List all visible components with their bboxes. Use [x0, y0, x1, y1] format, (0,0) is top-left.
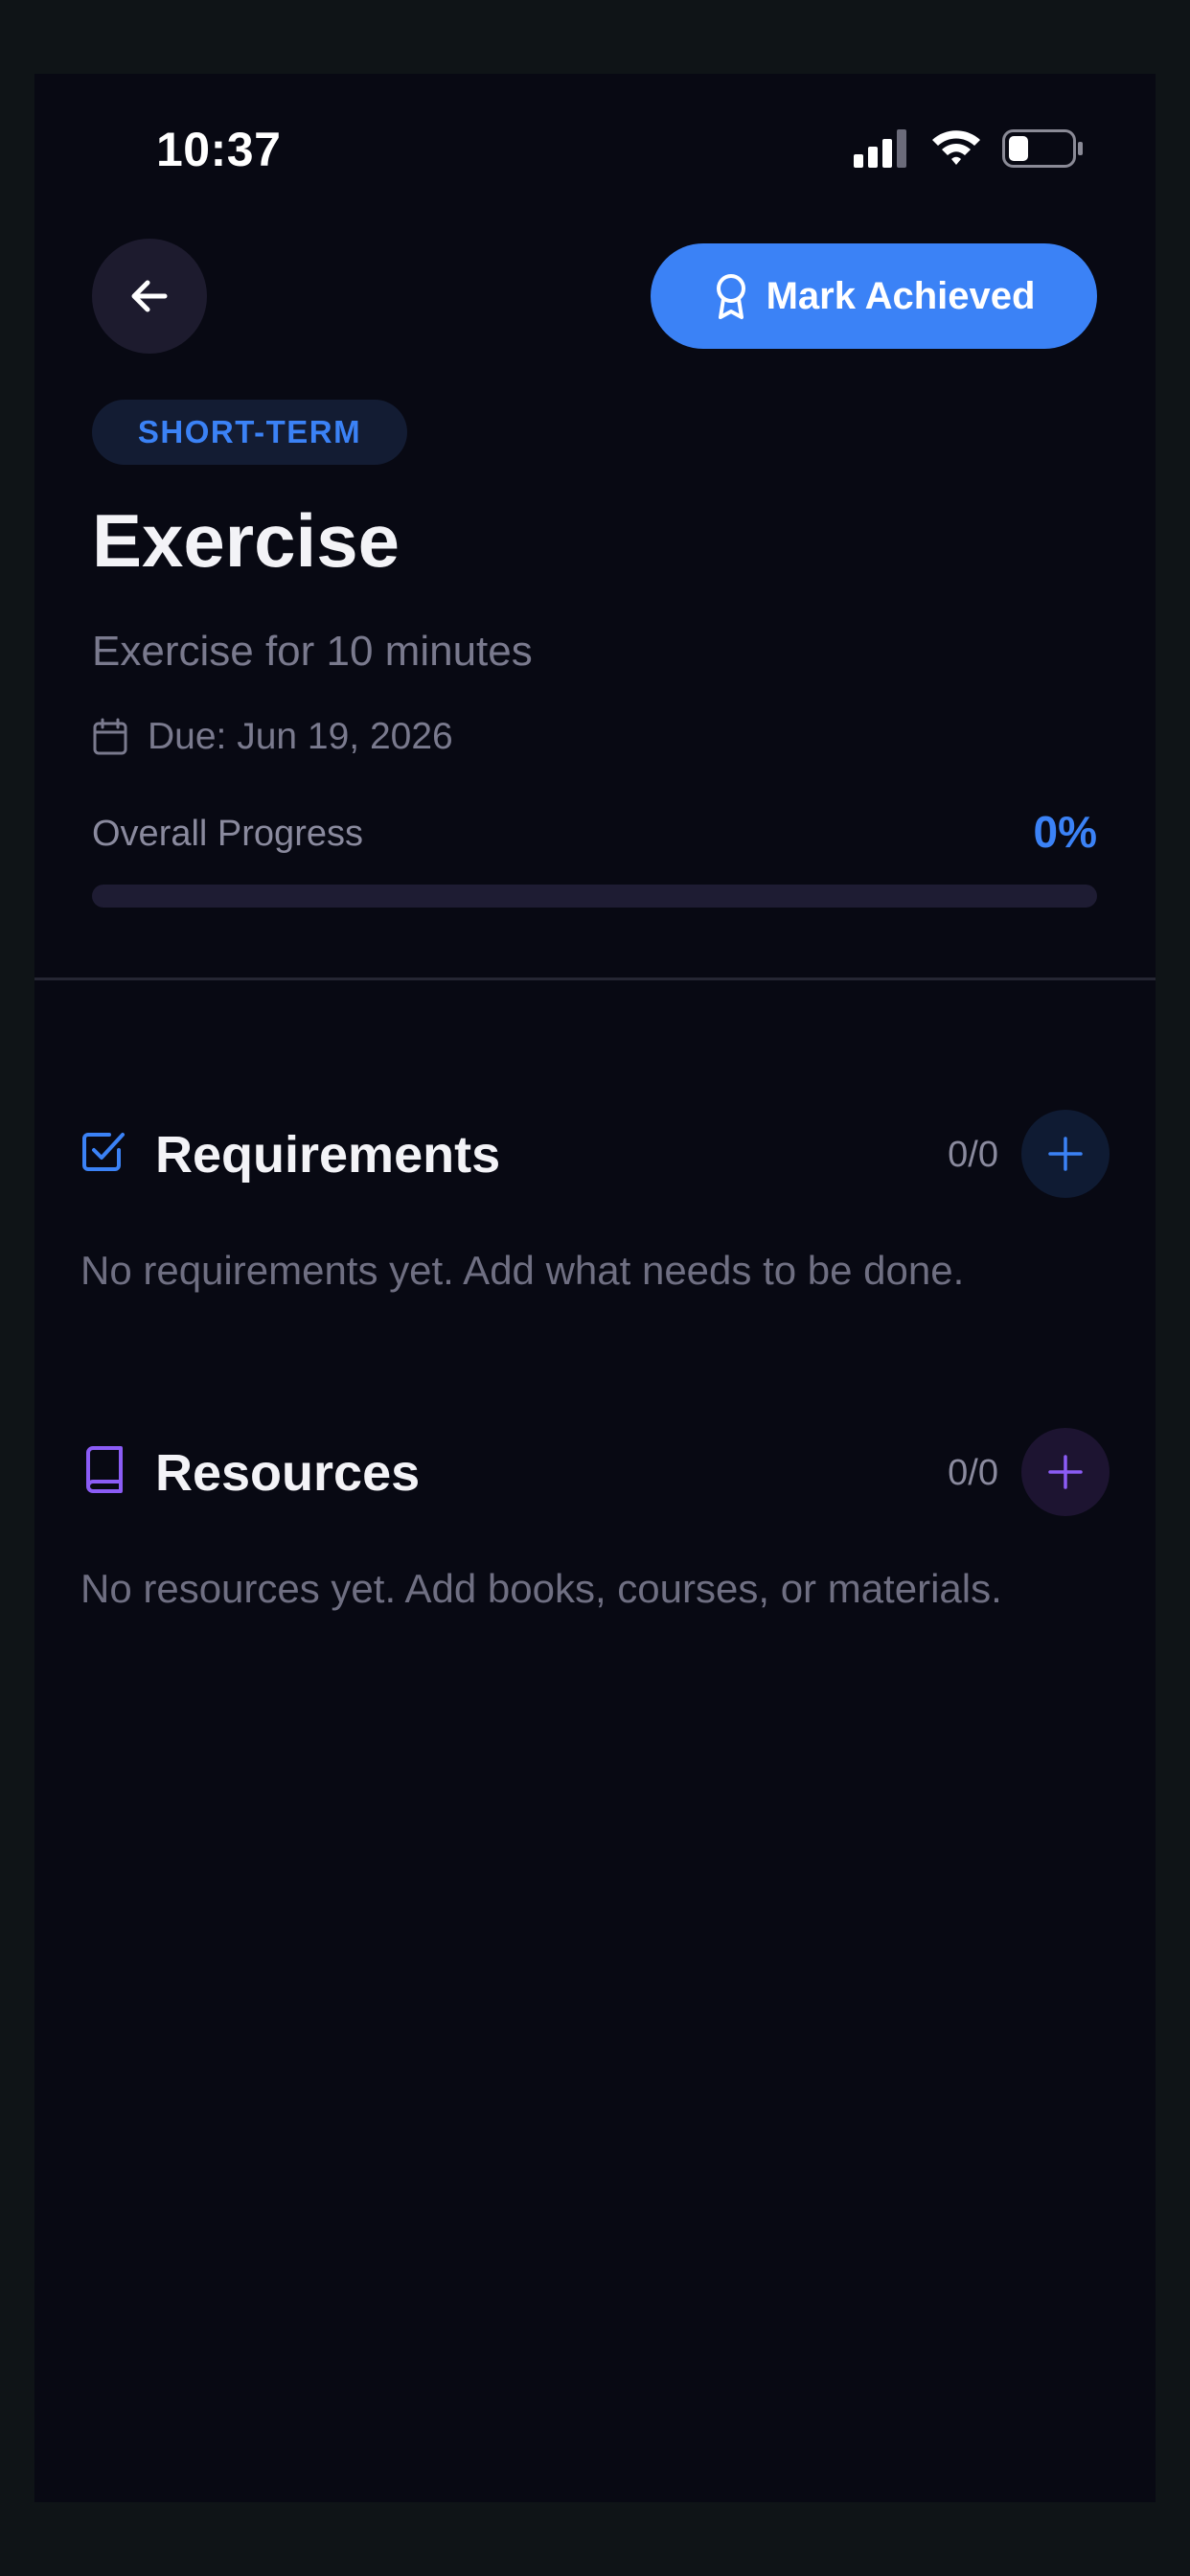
- add-resource-button[interactable]: [1021, 1428, 1110, 1516]
- book-icon: [86, 1446, 123, 1493]
- category-badge: SHORT-TERM: [92, 400, 407, 465]
- status-bar: 10:37: [34, 74, 1156, 189]
- wifi-icon: [932, 130, 980, 165]
- resources-header: Resources 0/0: [80, 1424, 1110, 1520]
- due-date-row: Due: Jun 19, 2026: [92, 716, 453, 758]
- add-requirement-button[interactable]: [1021, 1110, 1110, 1198]
- arrow-left-icon: [131, 280, 168, 312]
- requirements-header: Requirements 0/0: [80, 1106, 1110, 1202]
- requirements-count: 0/0: [948, 1135, 998, 1175]
- progress-bar: [92, 885, 1097, 908]
- calendar-icon: [93, 718, 127, 755]
- progress-label: Overall Progress: [92, 814, 363, 854]
- award-ribbon-icon: [716, 274, 745, 319]
- progress-value: 0%: [1033, 807, 1097, 857]
- goal-title: Exercise: [92, 498, 400, 583]
- category-label: SHORT-TERM: [137, 414, 362, 449]
- checkbox-checked-icon: [82, 1133, 125, 1171]
- mark-achieved-label: Mark Achieved: [766, 274, 1036, 317]
- resources-section: Resources 0/0 No resources yet. Add book…: [80, 1424, 1110, 1611]
- battery-icon: [1002, 129, 1083, 168]
- plus-icon: [1048, 1455, 1083, 1489]
- requirements-section: Requirements 0/0 No requirements yet. Ad…: [80, 1106, 1110, 1293]
- back-button[interactable]: [92, 239, 207, 354]
- status-time: 10:37: [156, 123, 282, 176]
- app-screen: 10:37 Mark Achieved SHORT-TERM Exercise …: [34, 74, 1156, 2502]
- mark-achieved-button[interactable]: Mark Achieved: [651, 243, 1097, 349]
- signal-icon: [854, 129, 906, 168]
- resources-empty-text: No resources yet. Add books, courses, or…: [80, 1566, 1002, 1611]
- resources-count: 0/0: [948, 1453, 998, 1493]
- resources-title: Resources: [155, 1444, 421, 1502]
- due-date: Due: Jun 19, 2026: [148, 716, 453, 757]
- goal-description: Exercise for 10 minutes: [92, 628, 533, 675]
- requirements-title: Requirements: [155, 1126, 501, 1184]
- divider: [34, 978, 1156, 980]
- plus-icon: [1048, 1137, 1083, 1171]
- requirements-empty-text: No requirements yet. Add what needs to b…: [80, 1248, 965, 1293]
